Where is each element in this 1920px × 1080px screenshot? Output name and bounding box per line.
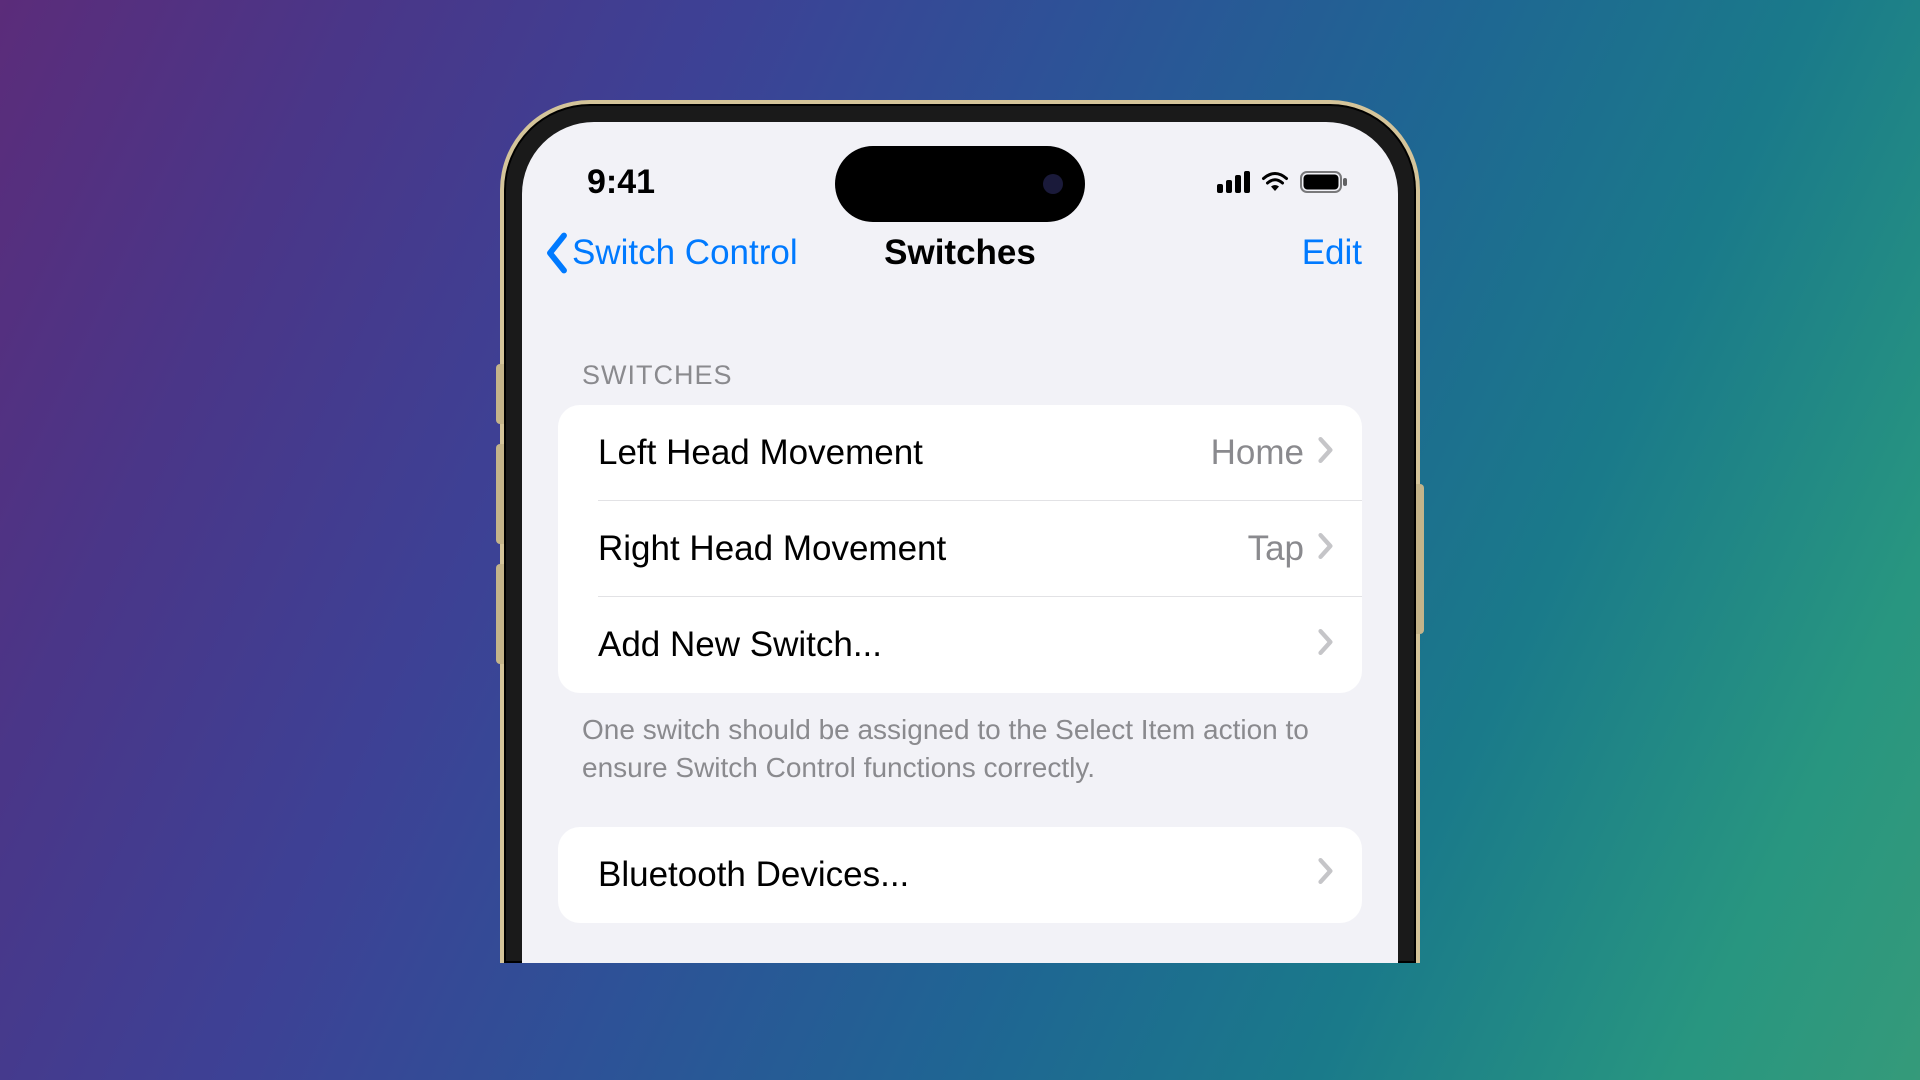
bluetooth-list-group: Bluetooth Devices... [558,827,1362,923]
status-time: 9:41 [587,163,655,202]
navigation-bar: Switch Control Switches Edit [522,212,1398,300]
screen: 9:41 [522,122,1398,963]
back-button[interactable]: Switch Control [542,232,798,274]
row-value: Home [1211,433,1304,473]
edit-button[interactable]: Edit [1302,233,1362,273]
row-label: Right Head Movement [598,529,946,569]
row-trailing [1318,629,1334,662]
switches-list-group: Left Head Movement Home Right Head Movem… [558,405,1362,693]
volume-down-button [496,564,504,664]
page-title: Switches [884,233,1036,273]
add-new-switch-row[interactable]: Add New Switch... [558,597,1362,693]
volume-up-button [496,444,504,544]
row-trailing [1318,858,1334,891]
phone-frame: 9:41 [500,100,1420,963]
row-label: Add New Switch... [598,625,882,665]
mute-switch [496,364,504,424]
bluetooth-devices-row[interactable]: Bluetooth Devices... [558,827,1362,923]
switch-row-right-head[interactable]: Right Head Movement Tap [558,501,1362,597]
row-value: Tap [1248,529,1304,569]
switch-row-left-head[interactable]: Left Head Movement Home [558,405,1362,501]
wifi-icon [1260,171,1290,193]
dynamic-island [835,146,1085,222]
section-footer-switches: One switch should be assigned to the Sel… [558,693,1362,827]
chevron-right-icon [1318,533,1334,566]
back-label: Switch Control [572,233,798,273]
row-label: Bluetooth Devices... [598,855,909,895]
cellular-signal-icon [1217,171,1250,193]
chevron-right-icon [1318,629,1334,662]
row-trailing: Home [1211,433,1334,473]
content-area: SWITCHES Left Head Movement Home Right H… [522,300,1398,963]
chevron-left-icon [542,232,572,274]
section-header-switches: SWITCHES [558,340,1362,405]
row-trailing: Tap [1248,529,1334,569]
row-label: Left Head Movement [598,433,923,473]
chevron-right-icon [1318,437,1334,470]
chevron-right-icon [1318,858,1334,891]
status-icons [1217,171,1348,193]
battery-icon [1300,171,1348,193]
side-button [1416,484,1424,634]
